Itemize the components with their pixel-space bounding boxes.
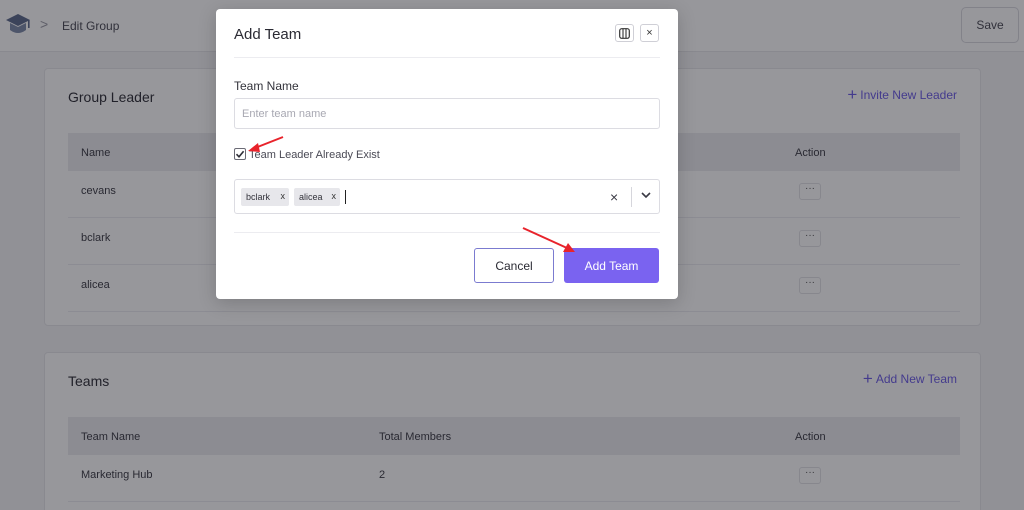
annotation-arrow-checkbox: [254, 136, 284, 149]
annotation-arrow-submit: [522, 227, 568, 249]
annotation-arrowhead-checkbox: [248, 143, 260, 152]
annotation-arrows: [248, 136, 575, 252]
